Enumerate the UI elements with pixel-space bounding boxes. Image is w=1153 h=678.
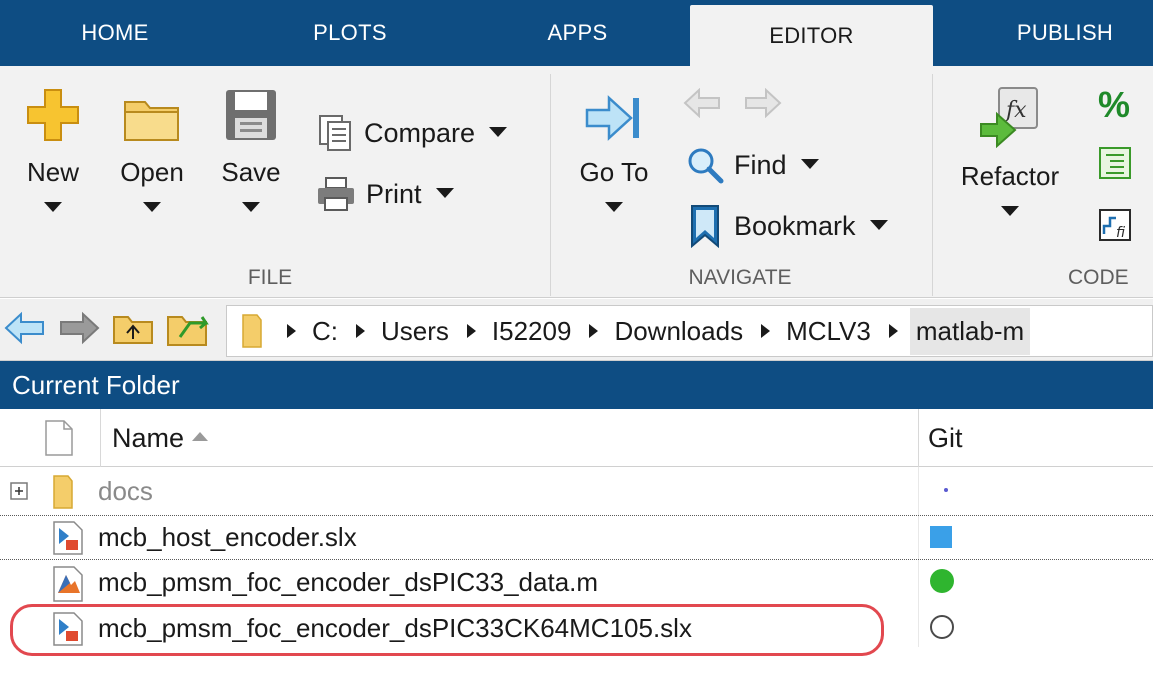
print-dropdown-caret[interactable] [435, 187, 454, 198]
file-name: mcb_pmsm_foc_encoder_dsPIC33_data.m [98, 567, 599, 597]
group-divider [550, 74, 551, 296]
svg-text:fx: fx [1004, 98, 1027, 123]
git-untracked-circle-icon [930, 615, 954, 639]
tab-editor[interactable]: EDITOR [690, 5, 933, 67]
breadcrumb-users[interactable]: Users [381, 316, 449, 347]
refactor-fx-icon: fx [980, 87, 1038, 149]
name-column-header[interactable]: Name [112, 423, 209, 454]
git-status-dot-icon [944, 488, 948, 492]
fixed-point-icon[interactable]: fi [1098, 208, 1132, 247]
open-dropdown-caret[interactable] [143, 202, 161, 212]
bookmark-button[interactable]: Bookmark [686, 204, 888, 248]
compare-button[interactable]: Compare [316, 114, 508, 152]
compare-dropdown-caret[interactable] [489, 126, 508, 137]
floppy-disk-icon [226, 90, 276, 140]
breadcrumb-user[interactable]: I52209 [492, 316, 572, 347]
magnifier-icon [688, 148, 724, 184]
find-button[interactable]: Find [686, 146, 819, 184]
save-dropdown-caret[interactable] [242, 202, 260, 212]
breadcrumb-downloads[interactable]: Downloads [614, 316, 743, 347]
compare-icon [319, 115, 351, 151]
tab-home[interactable]: HOME [40, 0, 190, 66]
git-unmodified-circle-icon [930, 569, 954, 593]
up-folder-icon[interactable] [112, 313, 154, 350]
file-name: mcb_host_encoder.slx [98, 522, 357, 552]
breadcrumb-separator-icon [356, 324, 365, 338]
indent-icon[interactable] [1098, 146, 1132, 185]
address-bar: C: Users I52209 Downloads MCLV3 matlab-m [0, 299, 1153, 361]
folder-open-icon [124, 101, 179, 141]
navigate-group-label: NAVIGATE [688, 266, 792, 289]
toolstrip-tab-bar: HOME PLOTS APPS EDITOR PUBLISH [0, 0, 1153, 67]
highlight-annotation [10, 604, 884, 656]
column-divider [100, 409, 101, 467]
browse-folder-icon[interactable] [166, 309, 212, 352]
expand-plus-icon[interactable] [10, 482, 28, 505]
git-column-header[interactable]: Git [928, 423, 963, 454]
print-label: Print [366, 178, 422, 209]
new-dropdown-caret[interactable] [44, 202, 62, 212]
git-modified-square-icon [930, 526, 952, 548]
file-type-icon[interactable] [44, 419, 74, 462]
path-breadcrumb[interactable]: C: Users I52209 Downloads MCLV3 matlab-m [226, 305, 1153, 357]
bookmark-label: Bookmark [734, 210, 856, 241]
refactor-button[interactable]: fx Refactor [948, 86, 1072, 216]
breadcrumb-separator-icon [287, 324, 296, 338]
name-header-label: Name [112, 423, 185, 453]
new-label: New [26, 157, 79, 187]
go-to-arrow-icon [585, 95, 639, 141]
compare-label: Compare [364, 117, 476, 148]
find-label: Find [734, 149, 787, 180]
breadcrumb-drive[interactable]: C: [312, 316, 338, 347]
matlab-script-icon [52, 565, 84, 608]
file-name: docs [98, 476, 153, 506]
refactor-dropdown-caret[interactable] [1001, 206, 1019, 216]
breadcrumb-separator-icon [888, 324, 898, 338]
code-group-label: CODE [1068, 266, 1129, 289]
go-to-dropdown-caret[interactable] [605, 202, 623, 212]
folder-icon [50, 474, 80, 515]
go-to-button[interactable]: Go To [568, 92, 660, 212]
tab-publish[interactable]: PUBLISH [985, 0, 1145, 66]
file-group-label: FILE [247, 266, 293, 289]
tab-apps[interactable]: APPS [505, 0, 650, 66]
comment-percent-icon[interactable]: % [1098, 84, 1130, 126]
printer-icon [318, 177, 354, 211]
open-label: Open [120, 157, 184, 187]
new-button[interactable]: New [20, 86, 86, 212]
bookmark-dropdown-caret[interactable] [869, 219, 888, 230]
save-button[interactable]: Save [218, 86, 284, 212]
file-list-header: Name Git [0, 409, 1153, 467]
forward-arrow-icon[interactable] [58, 311, 100, 350]
back-arrow-icon[interactable] [4, 311, 46, 350]
new-plus-icon [27, 89, 79, 141]
column-divider [918, 409, 919, 467]
breadcrumb-current[interactable]: matlab-m [909, 307, 1031, 355]
sort-ascending-icon [192, 432, 209, 442]
breadcrumb-mclv3[interactable]: MCLV3 [786, 316, 871, 347]
editor-ribbon: New Open Save Compare Print FILE Go To F… [0, 66, 1153, 298]
list-item[interactable]: mcb_host_encoder.slx [0, 515, 1153, 560]
breadcrumb-separator-icon [466, 324, 476, 338]
group-divider [932, 74, 933, 296]
find-dropdown-caret[interactable] [800, 158, 819, 169]
print-button[interactable]: Print [316, 176, 454, 212]
go-to-label: Go To [579, 157, 649, 187]
open-button[interactable]: Open [114, 94, 190, 212]
list-item[interactable]: mcb_pmsm_foc_encoder_dsPIC33_data.m [0, 561, 1153, 606]
bookmark-icon [691, 205, 719, 248]
breadcrumb-separator-icon [761, 324, 771, 338]
list-item[interactable]: docs [0, 470, 1153, 515]
back-arrow-icon[interactable] [683, 87, 723, 123]
breadcrumb-separator-icon [589, 324, 599, 338]
svg-text:fi: fi [1116, 225, 1125, 241]
current-folder-title: Current Folder [0, 361, 1153, 409]
tab-plots[interactable]: PLOTS [275, 0, 425, 66]
refactor-label: Refactor [960, 161, 1060, 191]
folder-icon [242, 314, 262, 348]
save-label: Save [221, 157, 281, 187]
forward-arrow-icon[interactable] [742, 87, 782, 123]
simulink-model-icon [52, 520, 84, 561]
